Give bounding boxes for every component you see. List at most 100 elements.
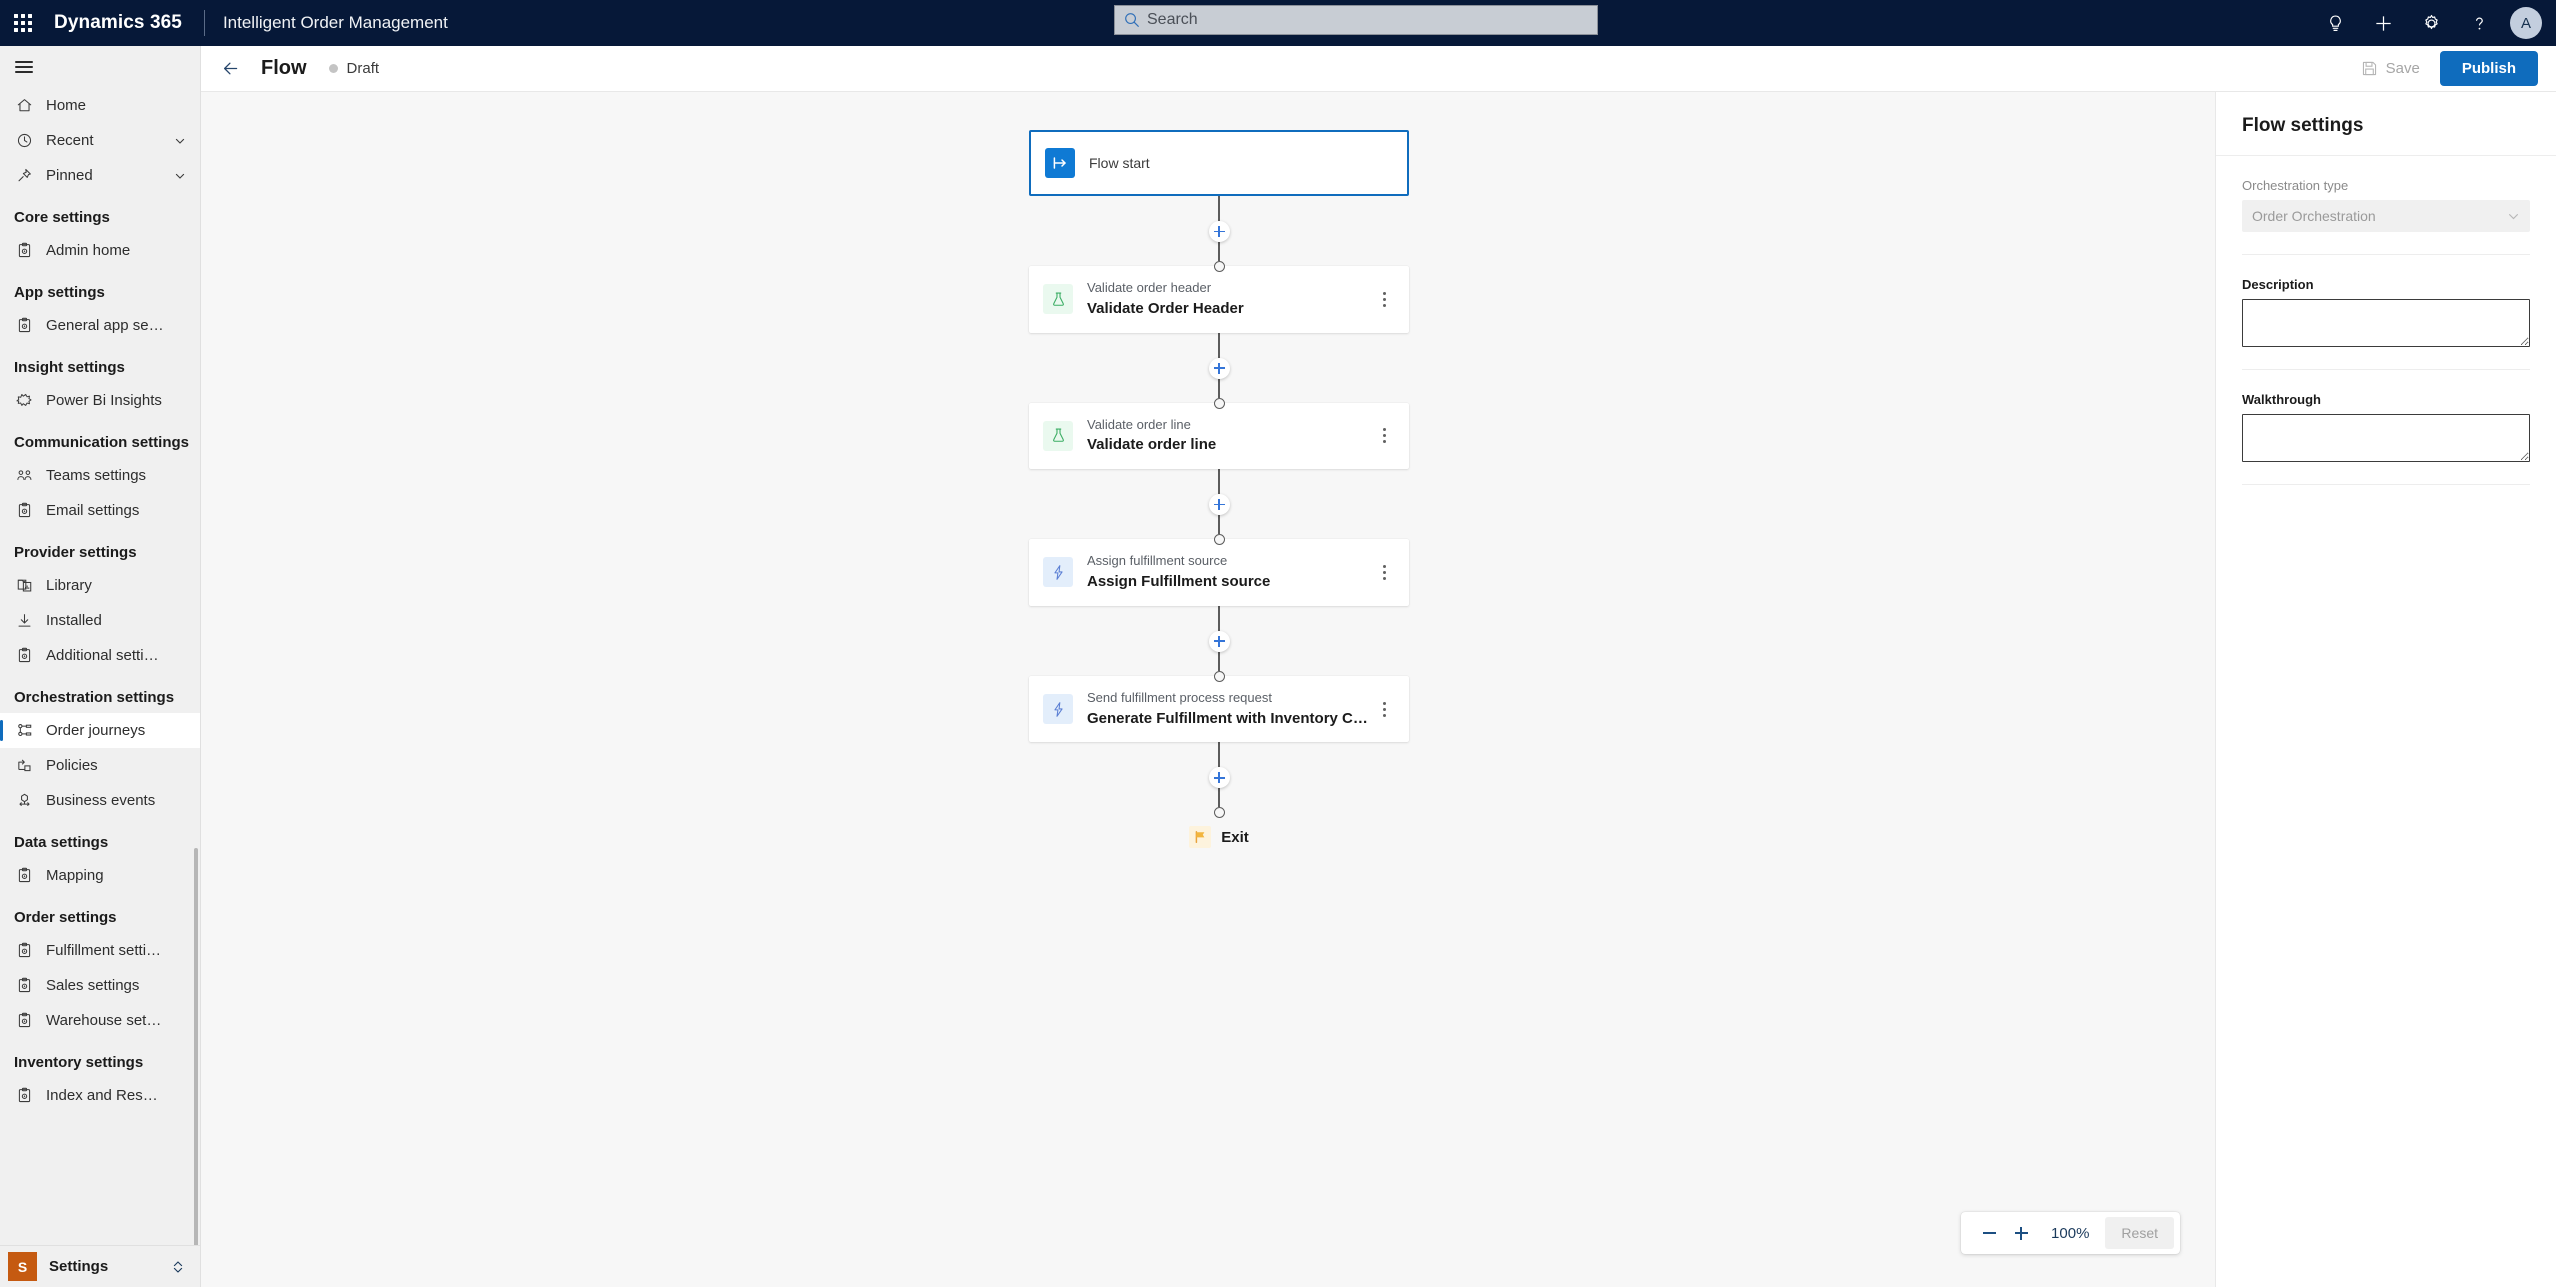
add-step-button[interactable] <box>1208 767 1230 789</box>
flow-arrow-icon <box>14 756 34 776</box>
clipboard-gear-icon <box>14 976 34 996</box>
sidebar-item-label: Library <box>46 577 92 594</box>
flow-node-title: Assign Fulfillment source <box>1087 573 1271 591</box>
save-button[interactable]: Save <box>2349 54 2432 83</box>
lightbulb-icon <box>2329 14 2341 31</box>
clipboard-gear-icon <box>14 501 34 521</box>
flow-node-title: Validate Order Header <box>1087 299 1244 317</box>
flow-canvas[interactable]: Flow start Validate order header Validat… <box>201 92 2215 1287</box>
sidebar-item-fulfillment-settings[interactable]: Fulfillment settings <box>0 933 200 968</box>
sidebar-item-label: Order journeys <box>46 722 146 739</box>
sidebar-item-label: Fulfillment settings <box>46 942 164 959</box>
library-icon <box>14 576 34 596</box>
sitemap-toggle-button[interactable] <box>0 46 200 88</box>
brand-label[interactable]: Dynamics 365 <box>46 12 182 34</box>
clipboard-gear-icon <box>14 866 34 886</box>
new-button[interactable] <box>2360 0 2406 46</box>
sidebar-item-mapping[interactable]: Mapping <box>0 858 200 893</box>
clipboard-gear-icon <box>14 316 34 336</box>
flow-node-start[interactable]: Flow start <box>1029 130 1409 196</box>
flow-node-text: Validate order header Validate Order Hea… <box>1087 279 1373 320</box>
sidebar-item-admin-home[interactable]: Admin home <box>0 233 200 268</box>
lightbulb-button[interactable] <box>2312 0 2358 46</box>
add-step-button[interactable] <box>1208 630 1230 652</box>
flow-node-step[interactable]: Assign fulfillment source Assign Fulfill… <box>1029 539 1409 606</box>
sidebar-item-power-bi-insights[interactable]: Power Bi Insights <box>0 383 200 418</box>
description-input[interactable] <box>2242 299 2530 347</box>
sidebar-item-index-and-reservation[interactable]: Index and Reserva... <box>0 1078 200 1113</box>
sidebar-item-label: Teams settings <box>46 467 147 484</box>
sidebar-item-label: General app setti... <box>46 317 164 334</box>
sidebar-item-label: Admin home <box>46 242 131 259</box>
chevron-up-down-icon <box>173 1260 183 1273</box>
flow-node-text: Assign fulfillment source Assign Fulfill… <box>1087 552 1373 593</box>
clipboard-gear-icon <box>14 1086 34 1106</box>
search-placeholder: Search <box>1147 11 1198 28</box>
sidebar-item-label: Business events <box>46 792 156 809</box>
lightning-icon <box>1043 557 1073 588</box>
sidebar-item-teams-settings[interactable]: Teams settings <box>0 458 200 493</box>
sidebar-item-sales-settings[interactable]: Sales settings <box>0 968 200 1003</box>
sidebar-item-label: Warehouse settings <box>46 1012 164 1029</box>
flow-node-step[interactable]: Send fulfillment process request Generat… <box>1029 675 1409 743</box>
flow-connector <box>1208 605 1230 682</box>
command-bar-actions: Save Publish <box>2349 51 2556 86</box>
chevron-down-icon[interactable] <box>174 135 186 147</box>
chevron-down-icon[interactable] <box>174 170 186 182</box>
flow-node-more-menu[interactable] <box>1373 286 1395 312</box>
zoom-level: 100% <box>2051 1224 2090 1242</box>
panel-body: Orchestration type Order Orchestration D… <box>2216 156 2556 485</box>
sidebar-group-title: Core settings <box>14 209 110 226</box>
settings-button[interactable] <box>2408 0 2454 46</box>
zoom-out-button[interactable] <box>1975 1219 2003 1247</box>
suite-actions: A <box>2312 0 2550 46</box>
avatar[interactable]: A <box>2510 7 2542 39</box>
flow-node-more-menu[interactable] <box>1373 559 1395 585</box>
flow-connector <box>1208 196 1230 272</box>
sidebar-scroll-area: Home Recent Pinned Core settings Admin h… <box>0 88 200 1287</box>
orchestration-type-select[interactable]: Order Orchestration <box>2242 200 2530 232</box>
flow-start-icon <box>1045 148 1075 178</box>
sidebar-item-recent[interactable]: Recent <box>0 123 200 158</box>
add-step-button[interactable] <box>1208 221 1230 242</box>
puzzle-icon <box>14 391 34 411</box>
flow-node-step[interactable]: Validate order header Validate Order Hea… <box>1029 266 1409 333</box>
flow-node-more-menu[interactable] <box>1373 696 1395 722</box>
add-step-button[interactable] <box>1208 494 1230 516</box>
zoom-reset-button[interactable]: Reset <box>2105 1217 2174 1249</box>
sidebar-item-additional-settings[interactable]: Additional settings <box>0 638 200 673</box>
back-button[interactable] <box>213 52 247 86</box>
search-input[interactable]: Search <box>1114 5 1598 35</box>
event-share-icon <box>14 791 34 811</box>
sidebar-item-general-app-settings[interactable]: General app setti... <box>0 308 200 343</box>
help-button[interactable] <box>2456 0 2502 46</box>
sidebar-item-business-events[interactable]: Business events <box>0 783 200 818</box>
clipboard-gear-icon <box>14 1011 34 1031</box>
sidebar-item-policies[interactable]: Policies <box>0 748 200 783</box>
publish-button[interactable]: Publish <box>2439 51 2538 86</box>
sidebar-item-pinned[interactable]: Pinned <box>0 158 200 193</box>
orchestration-type-label: Orchestration type <box>2242 178 2349 193</box>
flow-node-exit[interactable]: Exit <box>1189 826 1249 849</box>
sidebar-item-installed[interactable]: Installed <box>0 603 200 638</box>
sidebar-item-home[interactable]: Home <box>0 88 200 123</box>
sidebar-scrollbar-thumb[interactable] <box>194 848 198 1248</box>
app-launcher-button[interactable] <box>0 0 46 46</box>
zoom-in-button[interactable] <box>2007 1219 2035 1247</box>
connector-endpoint-icon <box>1213 670 1225 682</box>
flask-icon <box>1043 420 1073 451</box>
area-switcher-button[interactable]: S Settings <box>0 1245 200 1287</box>
flow-node-step[interactable]: Validate order line Validate order line <box>1029 402 1409 470</box>
question-icon <box>2475 17 2483 30</box>
flow-node-more-menu[interactable] <box>1373 423 1395 449</box>
app-name-label[interactable]: Intelligent Order Management <box>223 13 448 33</box>
add-step-button[interactable] <box>1208 357 1230 379</box>
sidebar-item-label: Additional settings <box>46 647 164 664</box>
sidebar-item-email-settings[interactable]: Email settings <box>0 493 200 528</box>
walkthrough-input[interactable] <box>2242 414 2530 462</box>
waffle-icon <box>14 14 32 32</box>
sidebar-item-warehouse-settings[interactable]: Warehouse settings <box>0 1003 200 1038</box>
sidebar-item-order-journeys[interactable]: Order journeys <box>0 713 200 748</box>
sidebar-item-library[interactable]: Library <box>0 568 200 603</box>
save-icon <box>2362 61 2376 76</box>
